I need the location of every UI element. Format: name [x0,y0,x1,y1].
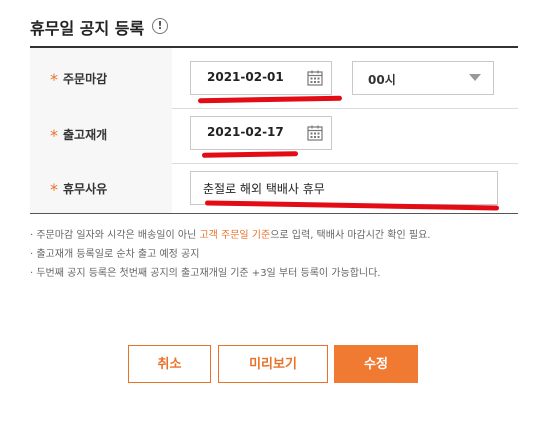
shipping-resume-date-value: 2021-02-17 [207,125,284,139]
reason-value: 춘절로 해외 택배사 휴무 [203,182,325,196]
required-mark: * [50,70,58,89]
note-line: · 두번째 공지 등록은 첫번째 공지의 출고재개일 기준 +3일 부터 등록이… [30,268,381,279]
order-deadline-date-input[interactable]: 2021-02-01 [190,61,332,95]
calendar-icon[interactable] [306,69,324,87]
reason-label-cell: * 휴무사유 [30,163,172,213]
calendar-icon[interactable] [306,124,324,142]
note-line: · 주문마감 일자와 시각은 배송일이 아닌 고객 주문일 기준으로 입력, 택… [30,230,431,241]
note-highlight: 고객 주문일 기준 [199,230,271,241]
help-notes: · 주문마감 일자와 시각은 배송일이 아닌 고객 주문일 기준으로 입력, 택… [30,226,430,283]
shipping-resume-date-input[interactable]: 2021-02-17 [190,116,332,150]
shipping-resume-label: 출고재개 [63,128,108,142]
order-deadline-time-value: 00시 [368,73,396,87]
order-deadline-date-value: 2021-02-01 [207,70,284,84]
reason-input[interactable]: 춘절로 해외 택배사 휴무 [190,171,498,205]
cancel-button[interactable]: 취소 [128,345,211,383]
order-deadline-label-cell: * 주문마감 [30,48,172,108]
shipping-resume-label-cell: * 출고재개 [30,108,172,163]
note-line: · 출고재개 등록일로 순차 출고 예정 공지 [30,249,200,260]
page-title: 휴무일 공지 등록 [30,19,145,38]
edit-button[interactable]: 수정 [334,345,418,383]
required-mark: * [50,180,58,199]
preview-button[interactable]: 미리보기 [218,345,328,383]
chevron-down-icon [469,74,481,81]
required-mark: * [50,126,58,145]
reason-label: 휴무사유 [63,182,108,196]
order-deadline-time-select[interactable]: 00시 [352,61,494,95]
order-deadline-label: 주문마감 [63,72,108,86]
info-icon[interactable]: ! [152,18,168,34]
